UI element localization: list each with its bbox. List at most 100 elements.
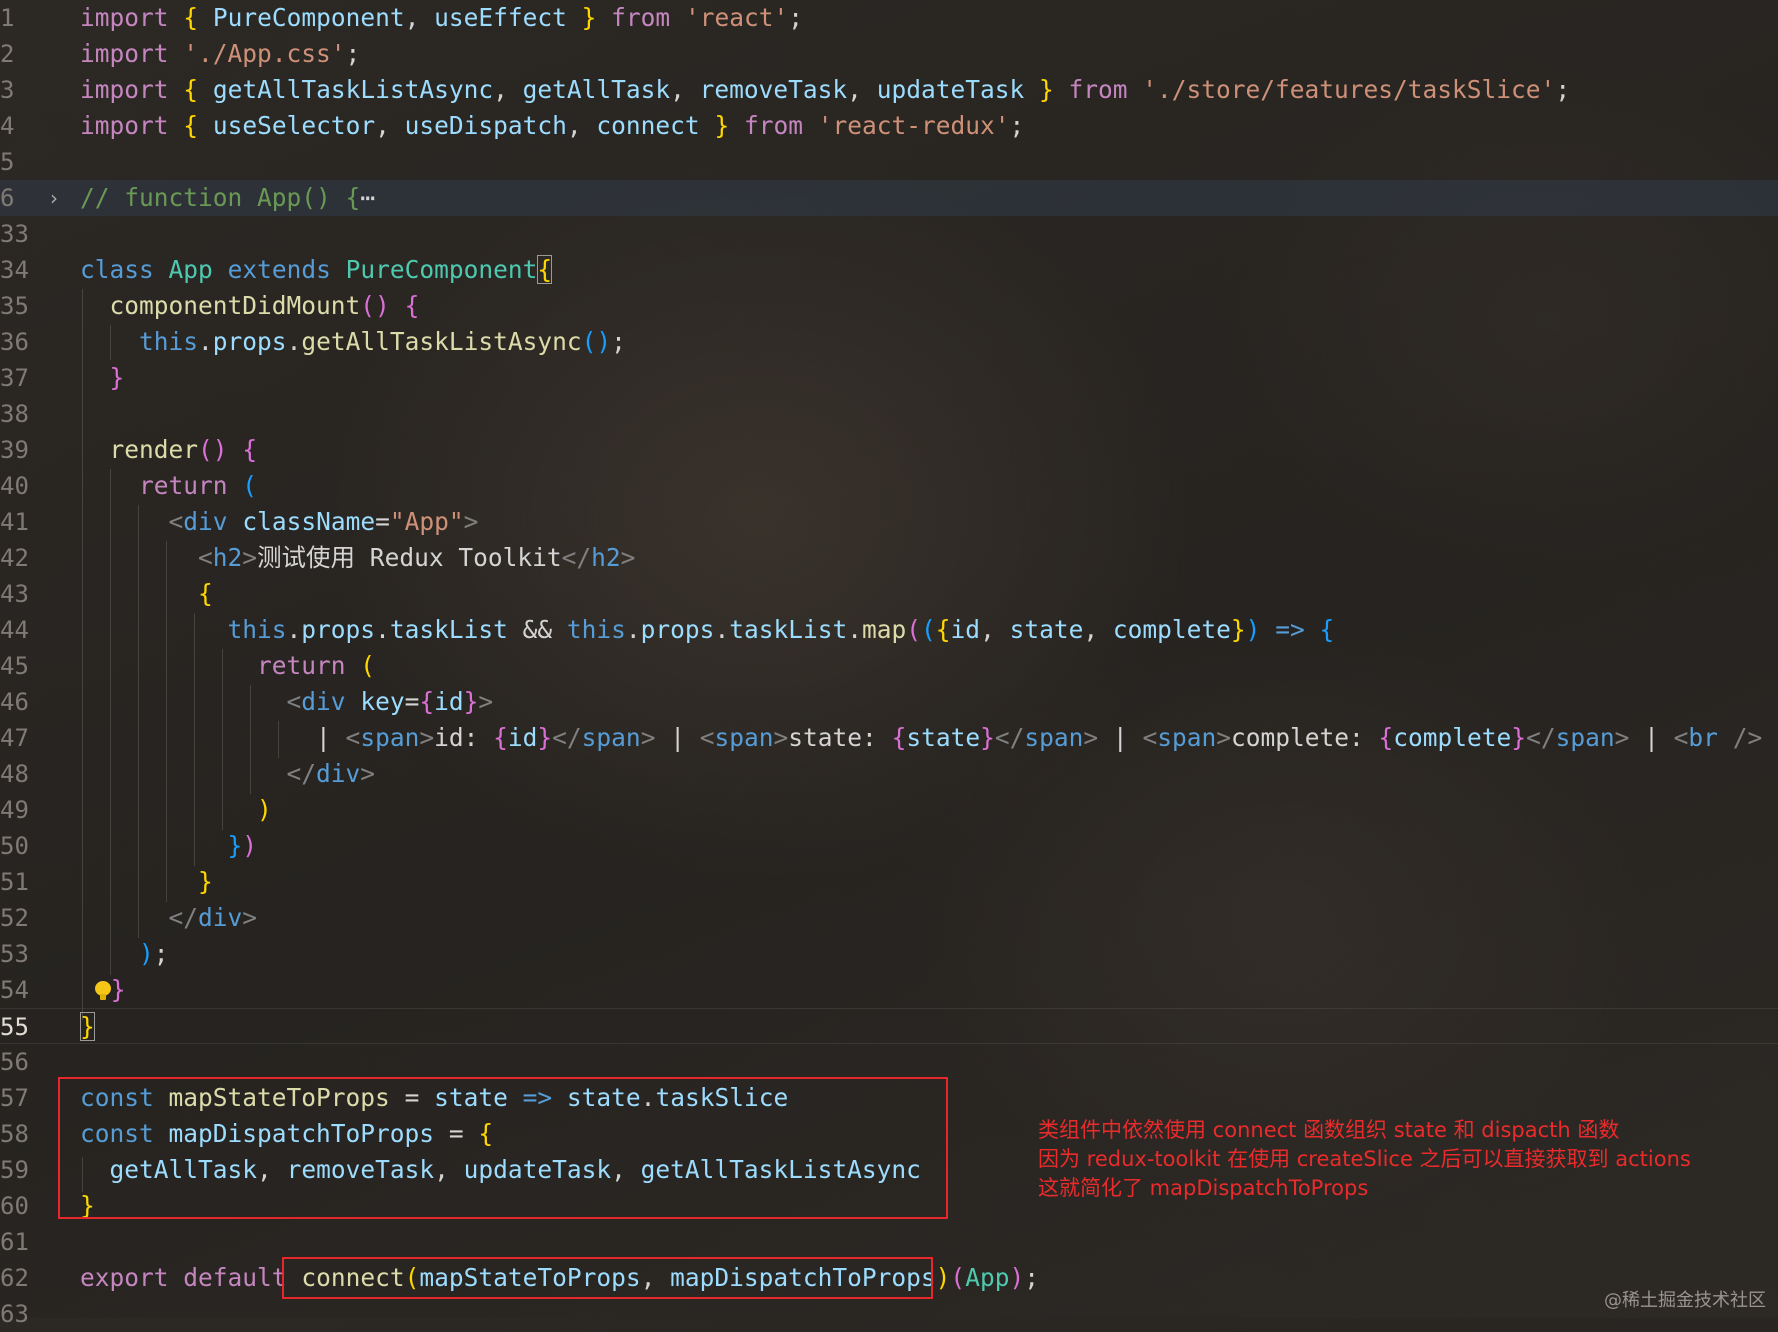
line-number: 52 [0,904,29,932]
bracket-match: } [80,1012,95,1041]
code-line[interactable]: 5 [0,144,1778,180]
code-line[interactable]: 35 componentDidMount() { [0,288,1778,324]
line-number: 50 [0,832,29,860]
line-number: 49 [0,796,29,824]
line-number: 3 [0,76,15,104]
line-number: 1 [0,4,15,32]
code-line[interactable]: 63 [0,1296,1778,1332]
line-code: <h2>测试使用 Redux Toolkit</h2> [198,543,636,572]
code-line[interactable]: 37 } [0,360,1778,396]
line-code: class App extends PureComponent{ [80,255,553,284]
code-line[interactable]: 2 import './App.css'; [0,36,1778,72]
code-line[interactable]: 48 </div> [0,756,1778,792]
code-line-active[interactable]: 55 } [0,1008,1778,1044]
line-number: 38 [0,400,29,428]
code-line[interactable]: 47 | <span>id: {id}</span> | <span>state… [0,720,1778,756]
highlight-box-connect [282,1257,933,1299]
code-line[interactable]: 41 <div className="App"> [0,504,1778,540]
line-code: ) [257,795,272,824]
annotation-line: 这就简化了 mapDispatchToProps [1038,1176,1369,1200]
code-line[interactable]: 51 } [0,864,1778,900]
code-line[interactable]: 54 } [0,972,1778,1008]
bracket-match: { [537,255,553,284]
line-number: 5 [0,148,15,176]
code-line[interactable]: 46 <div key={id}> [0,684,1778,720]
line-number: 35 [0,292,29,320]
line-code: import { getAllTaskListAsync, getAllTask… [80,75,1571,104]
lightbulb-icon[interactable] [94,981,111,1001]
line-code: this.props.getAllTaskListAsync(); [139,327,626,356]
code-line[interactable]: 44 this.props.taskList && this.props.tas… [0,612,1778,648]
line-code: this.props.taskList && this.props.taskLi… [227,615,1335,644]
code-line-folded[interactable]: 6 › // function App() {⋯ [0,180,1778,216]
line-number: 56 [0,1048,29,1076]
line-code: render() { [109,435,258,464]
line-number: 55 [0,1013,29,1041]
code-line[interactable]: 53 ); [0,936,1778,972]
line-number: 40 [0,472,29,500]
line-code: </div> [286,759,376,788]
line-code: import { PureComponent, useEffect } from… [80,3,803,32]
line-code: componentDidMount() { [109,291,420,320]
code-line[interactable]: 50 }) [0,828,1778,864]
line-code: ); [139,939,169,968]
line-number: 4 [0,112,15,140]
line-code: import { useSelector, useDispatch, conne… [80,111,1025,140]
line-code: }) [227,831,258,860]
code-line[interactable]: 56 [0,1044,1778,1080]
line-code: return ( [139,471,258,500]
code-line[interactable]: 1 import { PureComponent, useEffect } fr… [0,0,1778,36]
annotation-line: 因为 redux-toolkit 在使用 createSlice 之后可以直接获… [1038,1147,1691,1171]
code-line[interactable]: 61 [0,1224,1778,1260]
code-line[interactable]: 3 import { getAllTaskListAsync, getAllTa… [0,72,1778,108]
line-code: } [80,972,126,1008]
code-line[interactable]: 33 [0,216,1778,252]
line-code: <div key={id}> [286,687,494,716]
line-code: <div className="App"> [168,507,479,536]
line-number: 58 [0,1120,29,1148]
line-number: 61 [0,1228,29,1256]
line-number: 48 [0,760,29,788]
line-number: 6 [0,184,15,212]
line-number: 37 [0,364,29,392]
line-number: 41 [0,508,29,536]
line-number: 43 [0,580,29,608]
code-line[interactable]: 42 <h2>测试使用 Redux Toolkit</h2> [0,540,1778,576]
line-number: 46 [0,688,29,716]
line-number: 53 [0,940,29,968]
line-number: 51 [0,868,29,896]
code-line[interactable]: 40 return ( [0,468,1778,504]
line-number: 62 [0,1264,29,1292]
line-code: import './App.css'; [80,39,361,68]
line-number: 44 [0,616,29,644]
line-number: 45 [0,652,29,680]
chevron-right-icon[interactable]: › [50,188,70,208]
line-code: | <span>id: {id}</span> | <span>state: {… [316,723,1763,752]
line-code: return ( [257,651,376,680]
code-line[interactable]: 43 { [0,576,1778,612]
line-number: 33 [0,220,29,248]
line-code: } [80,1009,95,1045]
fold-ellipsis[interactable]: ⋯ [360,183,375,212]
line-number: 34 [0,256,29,284]
line-code: </div> [168,903,258,932]
code-line[interactable]: 36 this.props.getAllTaskListAsync(); [0,324,1778,360]
code-line[interactable]: 39 render() { [0,432,1778,468]
line-number: 57 [0,1084,29,1112]
line-number: 36 [0,328,29,356]
code-line[interactable]: 38 [0,396,1778,432]
line-number: 42 [0,544,29,572]
line-code: // function App() {⋯ [80,183,376,212]
code-line[interactable]: 34 class App extends PureComponent{ [0,252,1778,288]
line-number: 2 [0,40,15,68]
code-line[interactable]: 49 ) [0,792,1778,828]
code-line[interactable]: 4 import { useSelector, useDispatch, con… [0,108,1778,144]
line-code: } [109,363,125,392]
code-line[interactable]: 52 </div> [0,900,1778,936]
code-line[interactable]: 45 return ( [0,648,1778,684]
annotation-line: 类组件中依然使用 connect 函数组织 state 和 dispacth 函… [1038,1118,1620,1142]
line-number: 63 [0,1300,29,1328]
annotation-note: 类组件中依然使用 connect 函数组织 state 和 dispacth 函… [1038,1116,1691,1203]
watermark: @稀土掘金技术社区 [1604,1290,1766,1311]
line-number: 54 [0,976,29,1004]
